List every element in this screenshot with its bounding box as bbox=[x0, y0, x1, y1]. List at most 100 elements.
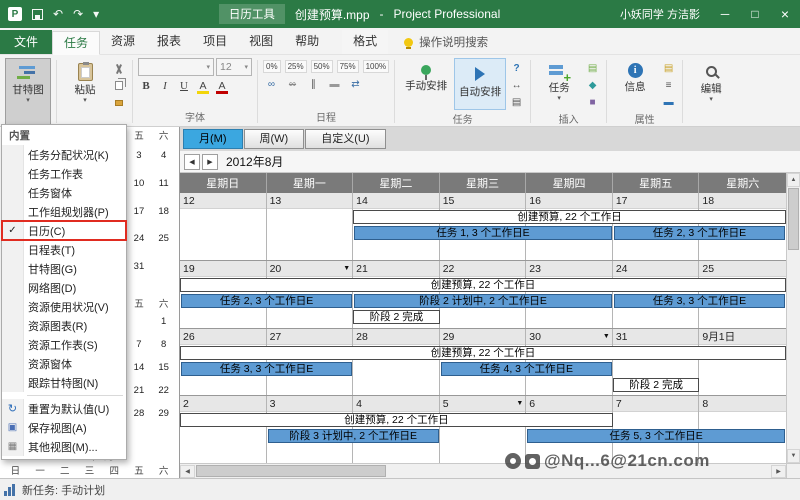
tab-格式[interactable]: 格式 bbox=[342, 30, 389, 54]
gantt-chart-view-button[interactable]: 甘特图 ▾ bbox=[5, 58, 51, 125]
task-bar[interactable]: 任务 2, 3 个工作日E bbox=[181, 293, 353, 308]
move-task-icon[interactable]: ↔ bbox=[508, 78, 525, 93]
mini-calendar-day[interactable]: 10 bbox=[127, 170, 152, 198]
mini-calendar-day[interactable]: 15 bbox=[151, 356, 176, 379]
view-menu-item[interactable]: 资源工作表(S) bbox=[2, 335, 126, 354]
underline-button[interactable]: U bbox=[176, 78, 192, 94]
milestone-bar[interactable]: 阶段 2 完成 bbox=[612, 377, 700, 392]
view-tab-周(W)[interactable]: 周(W) bbox=[243, 129, 305, 149]
summary-task-bar[interactable]: 创建预算, 22 个工作日 bbox=[180, 345, 786, 360]
tab-任务[interactable]: 任务 bbox=[52, 31, 101, 55]
save-icon[interactable] bbox=[32, 8, 43, 20]
percent-complete-button[interactable]: 25% bbox=[284, 60, 307, 73]
qat-dropdown-icon[interactable]: ▾ bbox=[93, 8, 99, 20]
italic-button[interactable]: I bbox=[157, 78, 173, 94]
mini-calendar-day[interactable]: 18 bbox=[151, 197, 176, 225]
view-menu-item[interactable]: 日程表(T) bbox=[2, 240, 126, 259]
mini-calendar-day[interactable]: 7 bbox=[127, 333, 152, 356]
view-menu-item[interactable]: ▦ 其他视图(M)... bbox=[2, 437, 126, 456]
minimize-button[interactable]: ─ bbox=[710, 0, 740, 28]
percent-complete-button[interactable]: 75% bbox=[336, 60, 359, 73]
mini-calendar-day[interactable]: 4 bbox=[151, 142, 176, 170]
view-menu-item[interactable]: 资源图表(R) bbox=[2, 316, 126, 335]
manually-schedule-button[interactable]: 手动安排 bbox=[400, 58, 452, 110]
vertical-scroll-thumb[interactable] bbox=[788, 188, 799, 250]
mini-calendar-day[interactable]: 1 bbox=[151, 310, 176, 333]
percent-complete-button[interactable]: 50% bbox=[310, 60, 333, 73]
view-menu-item[interactable]: 任务分配状况(K) bbox=[2, 145, 126, 164]
view-menu-item[interactable]: ↻ 重置为默认值(U) bbox=[2, 399, 126, 418]
mini-calendar-day[interactable]: 28 bbox=[127, 402, 152, 425]
summary-task-bar[interactable]: 创建预算, 22 个工作日 bbox=[180, 277, 786, 292]
mini-calendar-day[interactable]: 24 bbox=[127, 225, 152, 253]
mini-calendar-day[interactable]: 29 bbox=[151, 402, 176, 425]
summary-task-bar[interactable]: 创建预算, 22 个工作日 bbox=[180, 413, 613, 428]
link-tasks-icon[interactable]: ∞ bbox=[263, 77, 280, 92]
scroll-down-icon[interactable]: ▼ bbox=[787, 449, 800, 463]
task-bar[interactable]: 任务 4, 3 个工作日E bbox=[440, 361, 612, 376]
tab-资源[interactable]: 资源 bbox=[100, 30, 146, 54]
respect-links-icon[interactable]: ⇄ bbox=[347, 77, 364, 92]
new-task-mode-label[interactable]: 新任务: 手动计划 bbox=[22, 482, 105, 498]
percent-complete-button[interactable]: 100% bbox=[362, 60, 390, 73]
split-task-icon[interactable]: ∥ bbox=[305, 77, 322, 92]
scroll-left-icon[interactable]: ◀ bbox=[180, 465, 195, 478]
copy-icon[interactable] bbox=[110, 78, 127, 93]
next-month-button[interactable]: ▶ bbox=[202, 153, 218, 170]
maximize-button[interactable]: □ bbox=[740, 0, 770, 28]
vertical-scrollbar[interactable]: ▲ ▼ bbox=[786, 173, 800, 463]
view-menu-item[interactable]: 任务工作表 bbox=[2, 164, 126, 183]
highlight-color-button[interactable]: A bbox=[195, 80, 211, 94]
task-bar[interactable]: 阶段 3 计划中, 2 个工作日E bbox=[267, 429, 439, 444]
scroll-right-icon[interactable]: ▶ bbox=[771, 465, 786, 478]
percent-complete-button[interactable]: 0% bbox=[263, 60, 281, 73]
paste-button[interactable]: 粘贴 ▾ bbox=[62, 58, 108, 125]
view-menu-item[interactable]: 工作组规划器(P) bbox=[2, 202, 126, 221]
view-menu-item[interactable]: ▣ 保存视图(A) bbox=[2, 418, 126, 437]
mini-calendar-day[interactable]: 8 bbox=[151, 333, 176, 356]
tell-me-search[interactable]: 操作说明搜索 bbox=[404, 34, 488, 50]
previous-month-button[interactable]: ◀ bbox=[184, 153, 200, 170]
format-painter-icon[interactable] bbox=[110, 95, 127, 110]
close-button[interactable]: × bbox=[770, 0, 800, 28]
task-bar[interactable]: 任务 3, 3 个工作日E bbox=[613, 293, 785, 308]
task-bar[interactable]: 任务 5, 3 个工作日E bbox=[527, 429, 785, 444]
task-bar[interactable]: 任务 2, 3 个工作日E bbox=[613, 226, 785, 240]
mini-calendar-day[interactable]: 22 bbox=[151, 379, 176, 402]
milestone-bar[interactable]: 阶段 2 完成 bbox=[353, 309, 440, 324]
scroll-up-icon[interactable]: ▲ bbox=[787, 173, 800, 187]
view-tab-月(M)[interactable]: 月(M) bbox=[183, 129, 243, 149]
tab-报表[interactable]: 报表 bbox=[146, 30, 192, 54]
inspect-task-icon[interactable]: ? bbox=[508, 61, 525, 76]
mini-calendar-day[interactable]: 14 bbox=[127, 356, 152, 379]
add-to-timeline-icon[interactable]: ▬ bbox=[660, 95, 677, 110]
mini-calendar-day[interactable]: 31 bbox=[127, 253, 152, 281]
font-name-combo[interactable]: ▾ bbox=[138, 58, 214, 76]
task-information-button[interactable]: i 信息 bbox=[612, 58, 658, 110]
task-notes-icon[interactable]: ▤ bbox=[660, 61, 677, 76]
tab-项目[interactable]: 项目 bbox=[192, 30, 238, 54]
editing-collapsed-button[interactable]: 编辑 ▾ bbox=[688, 58, 734, 125]
task-bar[interactable]: 阶段 2 计划中, 2 个工作日E bbox=[354, 293, 612, 308]
font-size-combo[interactable]: 12 ▾ bbox=[216, 58, 252, 76]
view-menu-item[interactable]: 甘特图(G) bbox=[2, 259, 126, 278]
view-menu-item[interactable]: 资源窗体 bbox=[2, 354, 126, 373]
view-tab-自定义(U)[interactable]: 自定义(U) bbox=[305, 129, 386, 149]
view-menu-item[interactable]: 任务窗体 bbox=[2, 183, 126, 202]
insert-summary-icon[interactable]: ▤ bbox=[584, 61, 601, 76]
view-menu-item[interactable]: ✓ 日历(C) bbox=[1, 220, 127, 241]
mini-calendar-day[interactable]: 25 bbox=[151, 225, 176, 253]
task-mode-icon[interactable]: ▤ bbox=[508, 95, 525, 110]
insert-deliverable-icon[interactable]: ■ bbox=[584, 95, 601, 110]
view-menu-item[interactable]: 网络图(D) bbox=[2, 278, 126, 297]
mini-calendar-day[interactable]: 3 bbox=[127, 142, 152, 170]
insert-task-button[interactable]: + 任务 ▾ bbox=[536, 58, 582, 110]
undo-icon[interactable]: ↶ bbox=[53, 8, 63, 20]
view-menu-item[interactable]: 跟踪甘特图(N) bbox=[2, 373, 126, 392]
user-name[interactable]: 小妖同学 方洁影 bbox=[620, 6, 700, 22]
insert-milestone-icon[interactable]: ◆ bbox=[584, 78, 601, 93]
tab-帮助[interactable]: 帮助 bbox=[284, 30, 330, 54]
unlink-tasks-icon[interactable]: ∞ bbox=[284, 77, 301, 92]
tab-file[interactable]: 文件 bbox=[0, 30, 53, 54]
summary-task-bar[interactable]: 创建预算, 22 个工作日 bbox=[353, 210, 786, 224]
